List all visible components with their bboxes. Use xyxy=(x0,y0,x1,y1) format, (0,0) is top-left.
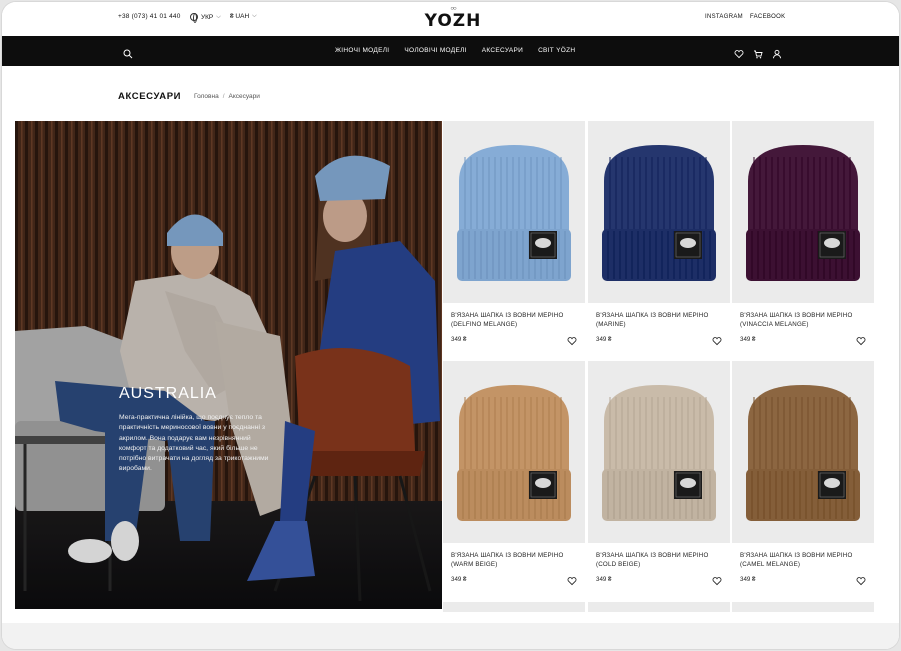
product-card[interactable]: В'ЯЗАНА ШАПКА ІЗ ВОВНИ МЕРІНО (WARM BEIG… xyxy=(443,361,585,586)
product-card-partial xyxy=(732,602,874,612)
beanie-image xyxy=(457,385,571,521)
language-selector[interactable]: УКР ⌵ xyxy=(190,13,221,23)
page-title: АКСЕСУАРИ xyxy=(118,91,182,102)
product-image[interactable] xyxy=(588,121,730,303)
hero-title: AUSTRALIA xyxy=(119,385,217,402)
chevron-down-icon: ⌵ xyxy=(216,13,221,20)
nav-women[interactable]: ЖІНОЧІ МОДЕЛІ xyxy=(335,47,389,54)
nav-world[interactable]: СВІТ YÖZH xyxy=(538,47,575,54)
bottom-bar xyxy=(2,623,899,649)
top-bar: +38 (073) 41 01 440 УКР ⌵ ₴ UAH ⌵ ○○ YOZ… xyxy=(2,2,899,36)
product-name[interactable]: В'ЯЗАНА ШАПКА ІЗ ВОВНИ МЕРІНО (WARM BEIG… xyxy=(451,552,577,569)
nav-accessories[interactable]: АКСЕСУАРИ xyxy=(482,47,523,54)
product-name[interactable]: В'ЯЗАНА ШАПКА ІЗ ВОВНИ МЕРІНО (MARINE) xyxy=(596,312,722,329)
product-card[interactable]: В'ЯЗАНА ШАПКА ІЗ ВОВНИ МЕРІНО (MARINE) 3… xyxy=(588,121,730,346)
hero-banner[interactable]: AUSTRALIA Мега-практична лінійка, що поє… xyxy=(15,121,442,609)
product-price: 349 ₴ xyxy=(740,576,756,583)
instagram-link[interactable]: INSTAGRAM xyxy=(705,14,743,20)
product-image[interactable] xyxy=(443,361,585,543)
wishlist-heart-icon[interactable] xyxy=(712,333,722,346)
currency-label: ₴ UAH xyxy=(230,13,250,20)
user-icon[interactable] xyxy=(772,46,782,59)
product-image[interactable] xyxy=(443,121,585,303)
product-name[interactable]: В'ЯЗАНА ШАПКА ІЗ ВОВНИ МЕРІНО (COLD BEIG… xyxy=(596,552,722,569)
product-price: 349 ₴ xyxy=(596,336,612,343)
facebook-link[interactable]: FACEBOOK xyxy=(750,14,785,20)
chevron-down-icon: ⌵ xyxy=(252,13,257,19)
wishlist-heart-icon[interactable] xyxy=(856,573,866,586)
product-image[interactable] xyxy=(588,361,730,543)
hero-description: Мега-практична лінійка, що поєднує тепло… xyxy=(119,414,269,473)
product-card[interactable]: В'ЯЗАНА ШАПКА ІЗ ВОВНИ МЕРІНО (CAMEL MEL… xyxy=(732,361,874,586)
product-name[interactable]: В'ЯЗАНА ШАПКА ІЗ ВОВНИ МЕРІНО (CAMEL MEL… xyxy=(740,552,866,569)
cart-icon[interactable] xyxy=(753,46,763,59)
language-label: УКР xyxy=(201,13,214,21)
wishlist-heart-icon[interactable] xyxy=(567,333,577,346)
product-card[interactable]: В'ЯЗАНА ШАПКА ІЗ ВОВНИ МЕРІНО (VINACCIA … xyxy=(732,121,874,346)
nav-links: ЖІНОЧІ МОДЕЛІ ЧОЛОВІЧІ МОДЕЛІ АКСЕСУАРИ … xyxy=(335,47,575,54)
logo-text: YOZH xyxy=(424,11,482,31)
product-price: 349 ₴ xyxy=(740,336,756,343)
product-card[interactable]: В'ЯЗАНА ШАПКА ІЗ ВОВНИ МЕРІНО (COLD BEIG… xyxy=(588,361,730,586)
product-card-partial xyxy=(588,602,730,612)
browser-frame: +38 (073) 41 01 440 УКР ⌵ ₴ UAH ⌵ ○○ YOZ… xyxy=(2,2,899,649)
product-price: 349 ₴ xyxy=(596,576,612,583)
product-card[interactable]: В'ЯЗАНА ШАПКА ІЗ ВОВНИ МЕРІНО (DELFINO M… xyxy=(443,121,585,346)
nav-men[interactable]: ЧОЛОВІЧІ МОДЕЛІ xyxy=(404,47,466,54)
product-image[interactable] xyxy=(732,121,874,303)
wishlist-heart-icon[interactable] xyxy=(567,573,577,586)
beanie-image xyxy=(602,145,716,281)
nav-icons xyxy=(734,46,782,59)
site-logo[interactable]: ○○ YOZH xyxy=(418,6,488,32)
beanie-image xyxy=(602,385,716,521)
main-nav: ЖІНОЧІ МОДЕЛІ ЧОЛОВІЧІ МОДЕЛІ АКСЕСУАРИ … xyxy=(2,36,899,66)
breadcrumb-current: Аксесуари xyxy=(228,93,260,100)
product-name[interactable]: В'ЯЗАНА ШАПКА ІЗ ВОВНИ МЕРІНО (DELFINO M… xyxy=(451,312,577,329)
breadcrumb-home[interactable]: Головна xyxy=(194,93,219,100)
beanie-image xyxy=(457,145,571,281)
wishlist-heart-icon[interactable] xyxy=(712,573,722,586)
product-image[interactable] xyxy=(732,361,874,543)
beanie-image xyxy=(746,385,860,521)
currency-selector[interactable]: ₴ UAH ⌵ xyxy=(230,13,257,20)
heart-icon[interactable] xyxy=(734,46,744,59)
breadcrumb: Головна / Аксесуари xyxy=(194,93,260,100)
product-price: 349 ₴ xyxy=(451,576,467,583)
search-icon[interactable] xyxy=(123,46,133,64)
phone-number[interactable]: +38 (073) 41 01 440 xyxy=(118,13,181,20)
hero-photo xyxy=(15,121,442,609)
beanie-image xyxy=(746,145,860,281)
product-name[interactable]: В'ЯЗАНА ШАПКА ІЗ ВОВНИ МЕРІНО (VINACCIA … xyxy=(740,312,866,329)
product-card-partial xyxy=(443,602,585,612)
wishlist-heart-icon[interactable] xyxy=(856,333,866,346)
breadcrumb-separator: / xyxy=(222,93,225,100)
globe-icon xyxy=(190,13,198,23)
product-price: 349 ₴ xyxy=(451,336,467,343)
